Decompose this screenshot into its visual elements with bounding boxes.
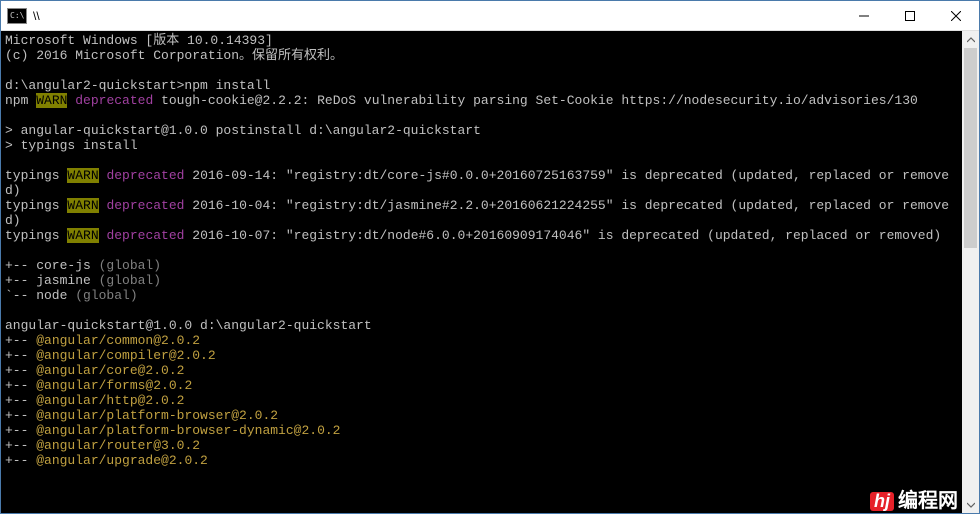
- pkg-name: @angular/platform-browser@2.0.2: [36, 408, 278, 423]
- tree-prefix: +--: [5, 408, 36, 423]
- window-controls: [841, 1, 979, 30]
- scroll-down-button[interactable]: [962, 496, 979, 513]
- pkg-name: @angular/forms@2.0.2: [36, 378, 192, 393]
- scroll-track[interactable]: [962, 48, 979, 496]
- tree-prefix: +--: [5, 348, 36, 363]
- watermark-badge: hj: [870, 492, 894, 511]
- terminal-wrap: Microsoft Windows [版本 10.0.14393] (c) 20…: [1, 31, 979, 513]
- prompt-line: d:\angular2-quickstart>npm install: [5, 78, 270, 93]
- tree-line: +-- core-js: [5, 258, 99, 273]
- deprecated-label: deprecated: [99, 198, 185, 213]
- scroll-thumb[interactable]: [964, 48, 977, 248]
- tree-prefix: +--: [5, 378, 36, 393]
- tree-prefix: +--: [5, 363, 36, 378]
- chevron-down-icon: [967, 501, 975, 509]
- pkg-name: @angular/router@3.0.2: [36, 438, 200, 453]
- typings-prefix: typings: [5, 198, 67, 213]
- cmd-icon: C:\: [7, 8, 27, 24]
- watermark-text: 编程网: [898, 494, 958, 509]
- close-button[interactable]: [933, 1, 979, 30]
- scroll-up-button[interactable]: [962, 31, 979, 48]
- pkg-name: @angular/compiler@2.0.2: [36, 348, 215, 363]
- pkg-root: angular-quickstart@1.0.0 d:\angular2-qui…: [5, 318, 372, 333]
- warn-badge: WARN: [67, 198, 98, 213]
- warn-badge: WARN: [36, 93, 67, 108]
- npm-prefix: npm: [5, 93, 36, 108]
- typings-install-line: > typings install: [5, 138, 138, 153]
- tree-scope: (global): [75, 288, 137, 303]
- tree-prefix: +--: [5, 393, 36, 408]
- maximize-button[interactable]: [887, 1, 933, 30]
- tree-prefix: +--: [5, 438, 36, 453]
- pkg-name: @angular/core@2.0.2: [36, 363, 184, 378]
- deprecated-label: deprecated: [67, 93, 153, 108]
- header-line: (c) 2016 Microsoft Corporation。保留所有权利。: [5, 48, 343, 63]
- deprecated-label: deprecated: [99, 228, 185, 243]
- tree-prefix: +--: [5, 453, 36, 468]
- warn-text: tough-cookie@2.2.2: ReDoS vulnerability …: [153, 93, 918, 108]
- warn-text: 2016-10-07: "registry:dt/node#6.0.0+2016…: [184, 228, 941, 243]
- typings-prefix: typings: [5, 228, 67, 243]
- minimize-icon: [859, 11, 869, 21]
- vertical-scrollbar[interactable]: [962, 31, 979, 513]
- terminal-output[interactable]: Microsoft Windows [版本 10.0.14393] (c) 20…: [1, 31, 962, 513]
- typings-prefix: typings: [5, 168, 67, 183]
- command-prompt-window: C:\ \\ Microsoft Windows [版本 10.0.14393]…: [0, 0, 980, 514]
- pkg-name: @angular/http@2.0.2: [36, 393, 184, 408]
- minimize-button[interactable]: [841, 1, 887, 30]
- pkg-name: @angular/platform-browser-dynamic@2.0.2: [36, 423, 340, 438]
- watermark: hj 编程网: [870, 492, 958, 511]
- pkg-name: @angular/upgrade@2.0.2: [36, 453, 208, 468]
- header-line: Microsoft Windows [版本 10.0.14393]: [5, 33, 273, 48]
- warn-badge: WARN: [67, 228, 98, 243]
- deprecated-label: deprecated: [99, 168, 185, 183]
- warn-badge: WARN: [67, 168, 98, 183]
- maximize-icon: [905, 11, 915, 21]
- tree-line: +-- jasmine: [5, 273, 99, 288]
- tree-scope: (global): [99, 258, 161, 273]
- tree-prefix: +--: [5, 423, 36, 438]
- tree-prefix: +--: [5, 333, 36, 348]
- pkg-name: @angular/common@2.0.2: [36, 333, 200, 348]
- chevron-up-icon: [967, 36, 975, 44]
- postinstall-line: > angular-quickstart@1.0.0 postinstall d…: [5, 123, 481, 138]
- close-icon: [951, 11, 961, 21]
- tree-line: `-- node: [5, 288, 75, 303]
- tree-scope: (global): [99, 273, 161, 288]
- window-title: \\: [33, 9, 841, 23]
- titlebar[interactable]: C:\ \\: [1, 1, 979, 31]
